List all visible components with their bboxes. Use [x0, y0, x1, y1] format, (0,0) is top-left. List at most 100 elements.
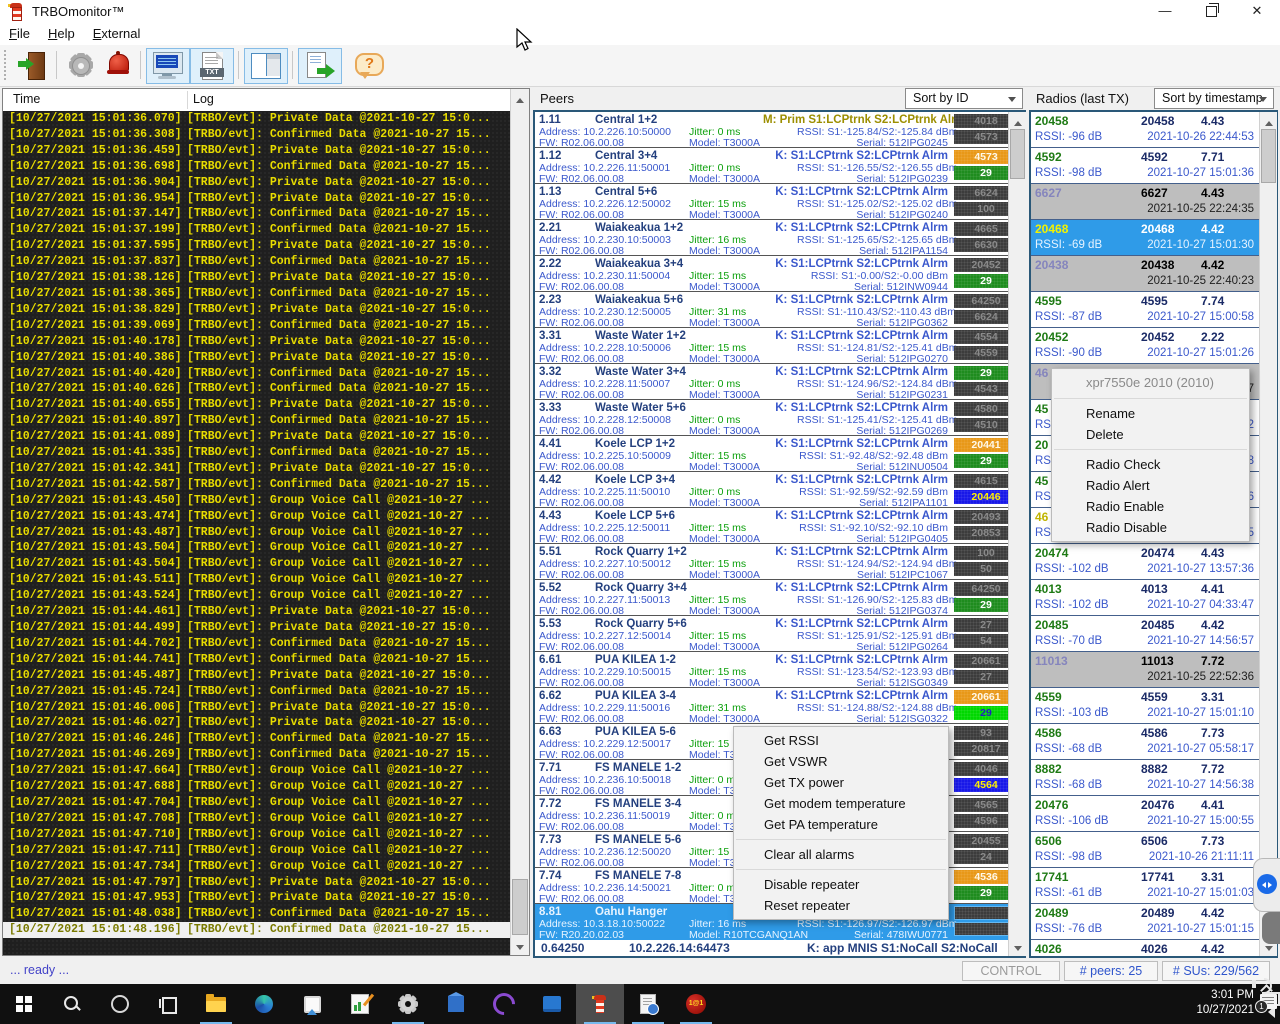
- peer-row[interactable]: 2.23Waiakeakua 5+6K: S1:LCPtrnk S2:LCPtr…: [535, 292, 1024, 328]
- task-view-button[interactable]: [144, 984, 192, 1024]
- menu-file[interactable]: File: [0, 24, 39, 43]
- log-row[interactable]: [10/27/2021 15:01:40.626][TRBO/evt]: Con…: [3, 381, 512, 397]
- peer-row[interactable]: 4.42Koele LCP 3+4K: S1:LCPtrnk S2:LCPtrn…: [535, 472, 1024, 508]
- log-row[interactable]: [10/27/2021 15:01:40.178][TRBO/evt]: Pri…: [3, 334, 512, 350]
- edge-button[interactable]: [240, 984, 288, 1024]
- log-row[interactable]: [10/27/2021 15:01:41.089][TRBO/evt]: Pri…: [3, 429, 512, 445]
- text-log-button[interactable]: TXT: [190, 48, 234, 84]
- log-row[interactable]: [10/27/2021 15:01:43.504][TRBO/evt]: Gro…: [3, 540, 512, 556]
- radio-row[interactable]: 888288827.72RSSI: -68 dB2021-10-27 14:56…: [1031, 760, 1276, 796]
- log-row[interactable]: [10/27/2021 15:01:37.147][TRBO/evt]: Con…: [3, 206, 512, 222]
- radio-row[interactable]: 20485204854.42RSSI: -70 dB2021-10-27 14:…: [1031, 616, 1276, 652]
- radio-row[interactable]: 20458204584.43RSSI: -96 dB2021-10-26 22:…: [1031, 112, 1276, 148]
- radio-row[interactable]: 459545957.74RSSI: -87 dB2021-10-27 15:00…: [1031, 292, 1276, 328]
- log-row[interactable]: [10/27/2021 15:01:36.904][TRBO/evt]: Pri…: [3, 175, 512, 191]
- radio-row[interactable]: 662766274.432021-10-25 22:24:35: [1031, 184, 1276, 220]
- log-row[interactable]: [10/27/2021 15:01:42.341][TRBO/evt]: Pri…: [3, 461, 512, 477]
- log-row[interactable]: [10/27/2021 15:01:37.837][TRBO/evt]: Con…: [3, 254, 512, 270]
- log-col-log[interactable]: Log: [193, 92, 214, 106]
- peer-row[interactable]: 6.61PUA KILEA 1-2K: S1:LCPtrnk S2:LCPtrn…: [535, 652, 1024, 688]
- peers-scrollbar[interactable]: [1008, 112, 1026, 956]
- log-row[interactable]: [10/27/2021 15:01:39.069][TRBO/evt]: Con…: [3, 318, 512, 334]
- taskbar-search[interactable]: [48, 984, 96, 1024]
- radios-sort-dropdown[interactable]: Sort by timestamp: [1154, 88, 1274, 109]
- log-row[interactable]: [10/27/2021 15:01:43.504][TRBO/evt]: Gro…: [3, 556, 512, 572]
- peer-row[interactable]: 3.33Waste Water 5+6K: S1:LCPtrnk S2:LCPt…: [535, 400, 1024, 436]
- menu-item-delete[interactable]: Delete: [1052, 424, 1249, 445]
- report-app-button[interactable]: [336, 984, 384, 1024]
- peer-row[interactable]: 1.13Central 5+6K: S1:LCPtrnk S2:LCPtrnk …: [535, 184, 1024, 220]
- log-row[interactable]: [10/27/2021 15:01:43.511][TRBO/evt]: Gro…: [3, 572, 512, 588]
- peer-row[interactable]: 5.53Rock Quarry 5+6K: S1:LCPtrnk S2:LCPt…: [535, 616, 1024, 652]
- scroll-up-icon[interactable]: [511, 89, 529, 105]
- minimize-button[interactable]: —: [1142, 0, 1188, 24]
- log-row[interactable]: [10/27/2021 15:01:46.269][TRBO/evt]: Con…: [3, 747, 512, 763]
- log-row[interactable]: [10/27/2021 15:01:47.711][TRBO/evt]: Gro…: [3, 843, 512, 859]
- menu-item-radio-enable[interactable]: Radio Enable: [1052, 496, 1249, 517]
- log-row[interactable]: [10/27/2021 15:01:43.524][TRBO/evt]: Gro…: [3, 588, 512, 604]
- scroll-down-icon[interactable]: [1009, 940, 1026, 956]
- menu-external[interactable]: External: [84, 24, 150, 43]
- log-col-divider[interactable]: [187, 91, 188, 109]
- menu-item-get-vswr[interactable]: Get VSWR: [734, 751, 948, 772]
- menu-help[interactable]: Help: [39, 24, 84, 43]
- peer-row[interactable]: 3.31Waste Water 1+2K: S1:LCPtrnk S2:LCPt…: [535, 328, 1024, 364]
- peer-row[interactable]: 2.21Waiakeakua 1+2K: S1:LCPtrnk S2:LCPtr…: [535, 220, 1024, 256]
- log-col-time[interactable]: Time: [13, 92, 40, 106]
- radio-row[interactable]: 11013110137.722021-10-25 22:52:36: [1031, 652, 1276, 688]
- log-row[interactable]: [10/27/2021 15:01:43.474][TRBO/evt]: Gro…: [3, 509, 512, 525]
- taskbar-clock[interactable]: 3:01 PM 10/27/2021: [1184, 988, 1254, 1018]
- settings-button[interactable]: [62, 48, 100, 82]
- log-row[interactable]: [10/27/2021 15:01:40.420][TRBO/evt]: Con…: [3, 366, 512, 382]
- menu-item-disable-repeater[interactable]: Disable repeater: [734, 874, 948, 895]
- log-row[interactable]: [10/27/2021 15:01:44.702][TRBO/evt]: Con…: [3, 636, 512, 652]
- peer-row[interactable]: 5.51Rock Quarry 1+2K: S1:LCPtrnk S2:LCPt…: [535, 544, 1024, 580]
- menu-item-radio-disable[interactable]: Radio Disable: [1052, 517, 1249, 538]
- log-row[interactable]: [10/27/2021 15:01:43.487][TRBO/evt]: Gro…: [3, 525, 512, 541]
- log-row[interactable]: [10/27/2021 15:01:45.487][TRBO/evt]: Pri…: [3, 668, 512, 684]
- radio-row[interactable]: 459245927.71RSSI: -98 dB2021-10-27 15:01…: [1031, 148, 1276, 184]
- menu-item-radio-check[interactable]: Radio Check: [1052, 454, 1249, 475]
- log-row[interactable]: [10/27/2021 15:01:44.741][TRBO/evt]: Con…: [3, 652, 512, 668]
- headset-app-button[interactable]: [480, 984, 528, 1024]
- log-row[interactable]: [10/27/2021 15:01:47.708][TRBO/evt]: Gro…: [3, 811, 512, 827]
- scroll-down-icon[interactable]: [511, 939, 529, 955]
- log-row[interactable]: [10/27/2021 15:01:48.038][TRBO/evt]: Con…: [3, 906, 512, 922]
- radio-row[interactable]: 20476204764.41RSSI: -106 dB2021-10-27 15…: [1031, 796, 1276, 832]
- export-data-button[interactable]: [298, 48, 342, 84]
- peer-row[interactable]: 2.22Waiakeakua 3+4K: S1:LCPtrnk S2:LCPtr…: [535, 256, 1024, 292]
- log-scroll-thumb[interactable]: [512, 879, 528, 935]
- radio-row[interactable]: 20489204894.42RSSI: -76 dB2021-10-27 15:…: [1031, 904, 1276, 940]
- mail-app-button[interactable]: 1@1: [672, 984, 720, 1024]
- alarm-button[interactable]: [100, 48, 138, 82]
- log-row[interactable]: [10/27/2021 15:01:43.450][TRBO/evt]: Gro…: [3, 493, 512, 509]
- scroll-up-icon[interactable]: [1260, 112, 1277, 128]
- settings-app-button[interactable]: [384, 984, 432, 1024]
- log-row[interactable]: [10/27/2021 15:01:36.459][TRBO/evt]: Pri…: [3, 143, 512, 159]
- photos-button[interactable]: [288, 984, 336, 1024]
- box-app-button[interactable]: [528, 984, 576, 1024]
- log-row[interactable]: [10/27/2021 15:01:41.335][TRBO/evt]: Con…: [3, 445, 512, 461]
- restore-button[interactable]: [1188, 0, 1234, 24]
- file-explorer-button[interactable]: [192, 984, 240, 1024]
- log-row[interactable]: [10/27/2021 15:01:44.461][TRBO/evt]: Pri…: [3, 604, 512, 620]
- split-view-button[interactable]: [244, 48, 288, 84]
- log-row[interactable]: [10/27/2021 15:01:38.365][TRBO/evt]: Con…: [3, 286, 512, 302]
- log-row[interactable]: [10/27/2021 15:01:47.688][TRBO/evt]: Gro…: [3, 779, 512, 795]
- log-row[interactable]: [10/27/2021 15:01:47.664][TRBO/evt]: Gro…: [3, 763, 512, 779]
- radio-row[interactable]: 650665067.73RSSI: -98 dB2021-10-26 21:11…: [1031, 832, 1276, 868]
- radios-scroll-thumb[interactable]: [1261, 129, 1276, 183]
- radios-scrollbar[interactable]: [1259, 112, 1277, 956]
- log-row[interactable]: [10/27/2021 15:01:38.829][TRBO/evt]: Pri…: [3, 302, 512, 318]
- peers-scroll-thumb[interactable]: [1010, 129, 1025, 179]
- log-row[interactable]: [10/27/2021 15:01:47.797][TRBO/evt]: Pri…: [3, 875, 512, 891]
- log-row[interactable]: [10/27/2021 15:01:47.953][TRBO/evt]: Pri…: [3, 890, 512, 906]
- log-row[interactable]: [10/27/2021 15:01:40.386][TRBO/evt]: Pri…: [3, 350, 512, 366]
- log-row[interactable]: [10/27/2021 15:01:47.704][TRBO/evt]: Gro…: [3, 795, 512, 811]
- log-row[interactable]: [10/27/2021 15:01:38.126][TRBO/evt]: Pri…: [3, 270, 512, 286]
- peers-sort-dropdown[interactable]: Sort by ID: [905, 88, 1023, 109]
- monitor-view-button[interactable]: [146, 48, 190, 84]
- dock-tab-lower[interactable]: [1262, 912, 1280, 944]
- peer-row[interactable]: 3.32Waste Water 3+4K: S1:LCPtrnk S2:LCPt…: [535, 364, 1024, 400]
- peer-row[interactable]: 1.11Central 1+2M: Prim S1:LCPtrnk S2:LCP…: [535, 112, 1024, 148]
